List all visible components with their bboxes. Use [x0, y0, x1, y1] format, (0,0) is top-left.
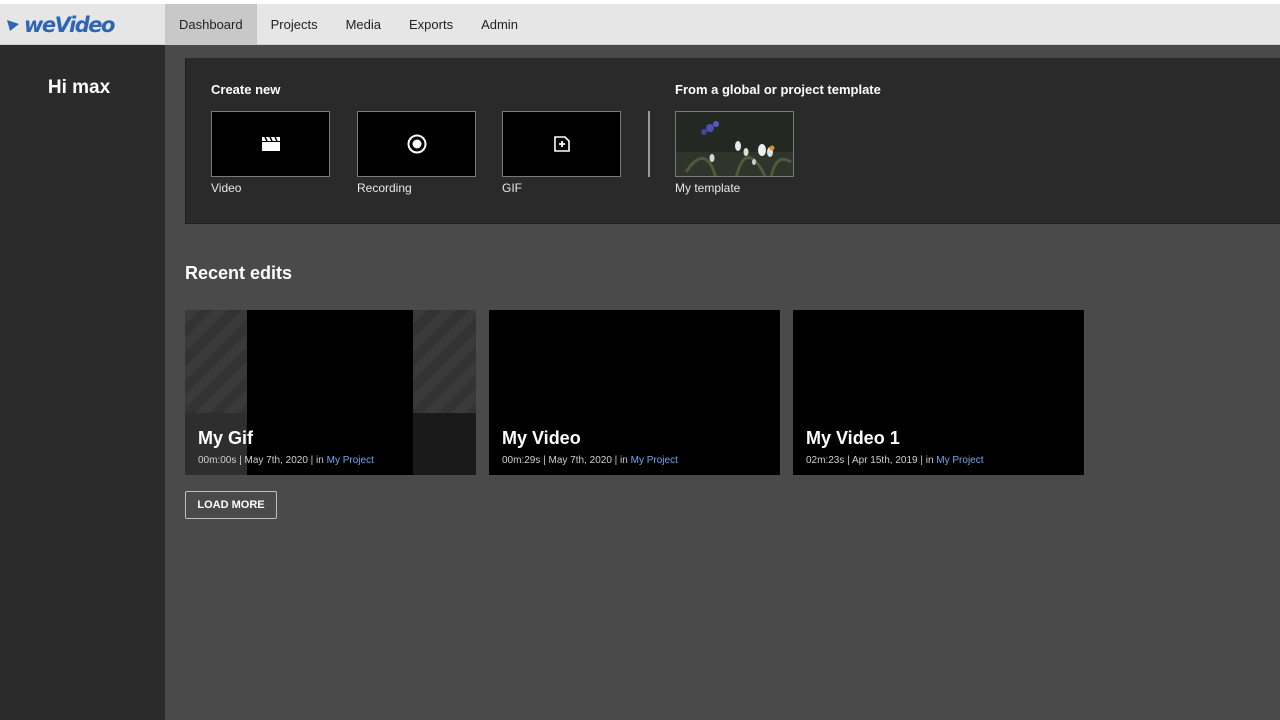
nav-admin[interactable]: Admin — [467, 4, 532, 45]
card-project-link[interactable]: My Project — [327, 455, 374, 466]
create-video-tile[interactable] — [211, 111, 330, 177]
recent-card[interactable]: My Gif 00m:00s | May 7th, 2020 | in My P… — [185, 310, 476, 475]
logo-text: weVideo — [24, 13, 115, 37]
flower-photo — [676, 112, 793, 176]
card-shade — [413, 413, 476, 475]
recent-card[interactable]: My Video 00m:29s | May 7th, 2020 | in My… — [489, 310, 780, 475]
template-label: My template — [675, 181, 741, 195]
card-title: My Video — [502, 428, 581, 448]
logo-play-icon — [7, 20, 19, 31]
card-project-link[interactable]: My Project — [631, 455, 678, 466]
section-divider — [648, 111, 650, 177]
tile-label-video: Video — [211, 181, 242, 195]
card-project-link[interactable]: My Project — [936, 455, 983, 466]
record-icon — [407, 134, 426, 154]
template-thumbnail[interactable] — [675, 111, 794, 177]
template-heading: From a global or project template — [675, 82, 881, 97]
card-meta: 00m:29s | May 7th, 2020 | in My Project — [502, 455, 678, 466]
nav-projects[interactable]: Projects — [257, 4, 332, 45]
create-gif-tile[interactable] — [502, 111, 621, 177]
card-meta-text: 00m:29s | May 7th, 2020 | in — [502, 455, 631, 466]
greeting: Hi max — [47, 77, 111, 98]
card-title: My Video 1 — [806, 428, 900, 448]
card-meta-text: 00m:00s | May 7th, 2020 | in — [198, 455, 327, 466]
tile-label-gif: GIF — [502, 181, 522, 195]
top-navbar: weVideo Dashboard Projects Media Exports… — [0, 4, 1280, 45]
tile-label-recording: Recording — [357, 181, 412, 195]
transparency-pattern — [185, 310, 247, 413]
recent-card[interactable]: My Video 1 02m:23s | Apr 15th, 2019 | in… — [793, 310, 1084, 475]
card-meta-text: 02m:23s | Apr 15th, 2019 | in — [806, 455, 937, 466]
transparency-pattern — [413, 310, 476, 413]
create-new-heading: Create new — [211, 82, 281, 97]
card-title: My Gif — [198, 428, 254, 448]
nav-media[interactable]: Media — [332, 4, 395, 45]
create-panel: Create new Video Recording GIF From a gl… — [185, 58, 1280, 224]
sidebar: Hi max — [0, 45, 165, 720]
recent-edits-title: Recent edits — [185, 263, 293, 283]
load-more-button[interactable]: LOAD MORE — [185, 491, 277, 519]
nav-exports[interactable]: Exports — [395, 4, 467, 45]
clapperboard-icon — [261, 136, 280, 151]
gif-add-icon — [553, 136, 570, 152]
card-meta: 02m:23s | Apr 15th, 2019 | in My Project — [806, 455, 984, 466]
nav-dashboard[interactable]: Dashboard — [165, 4, 257, 45]
card-meta: 00m:00s | May 7th, 2020 | in My Project — [198, 455, 374, 466]
wevideo-logo[interactable]: weVideo — [6, 12, 115, 38]
main-nav: Dashboard Projects Media Exports Admin — [165, 4, 532, 45]
create-recording-tile[interactable] — [357, 111, 476, 177]
